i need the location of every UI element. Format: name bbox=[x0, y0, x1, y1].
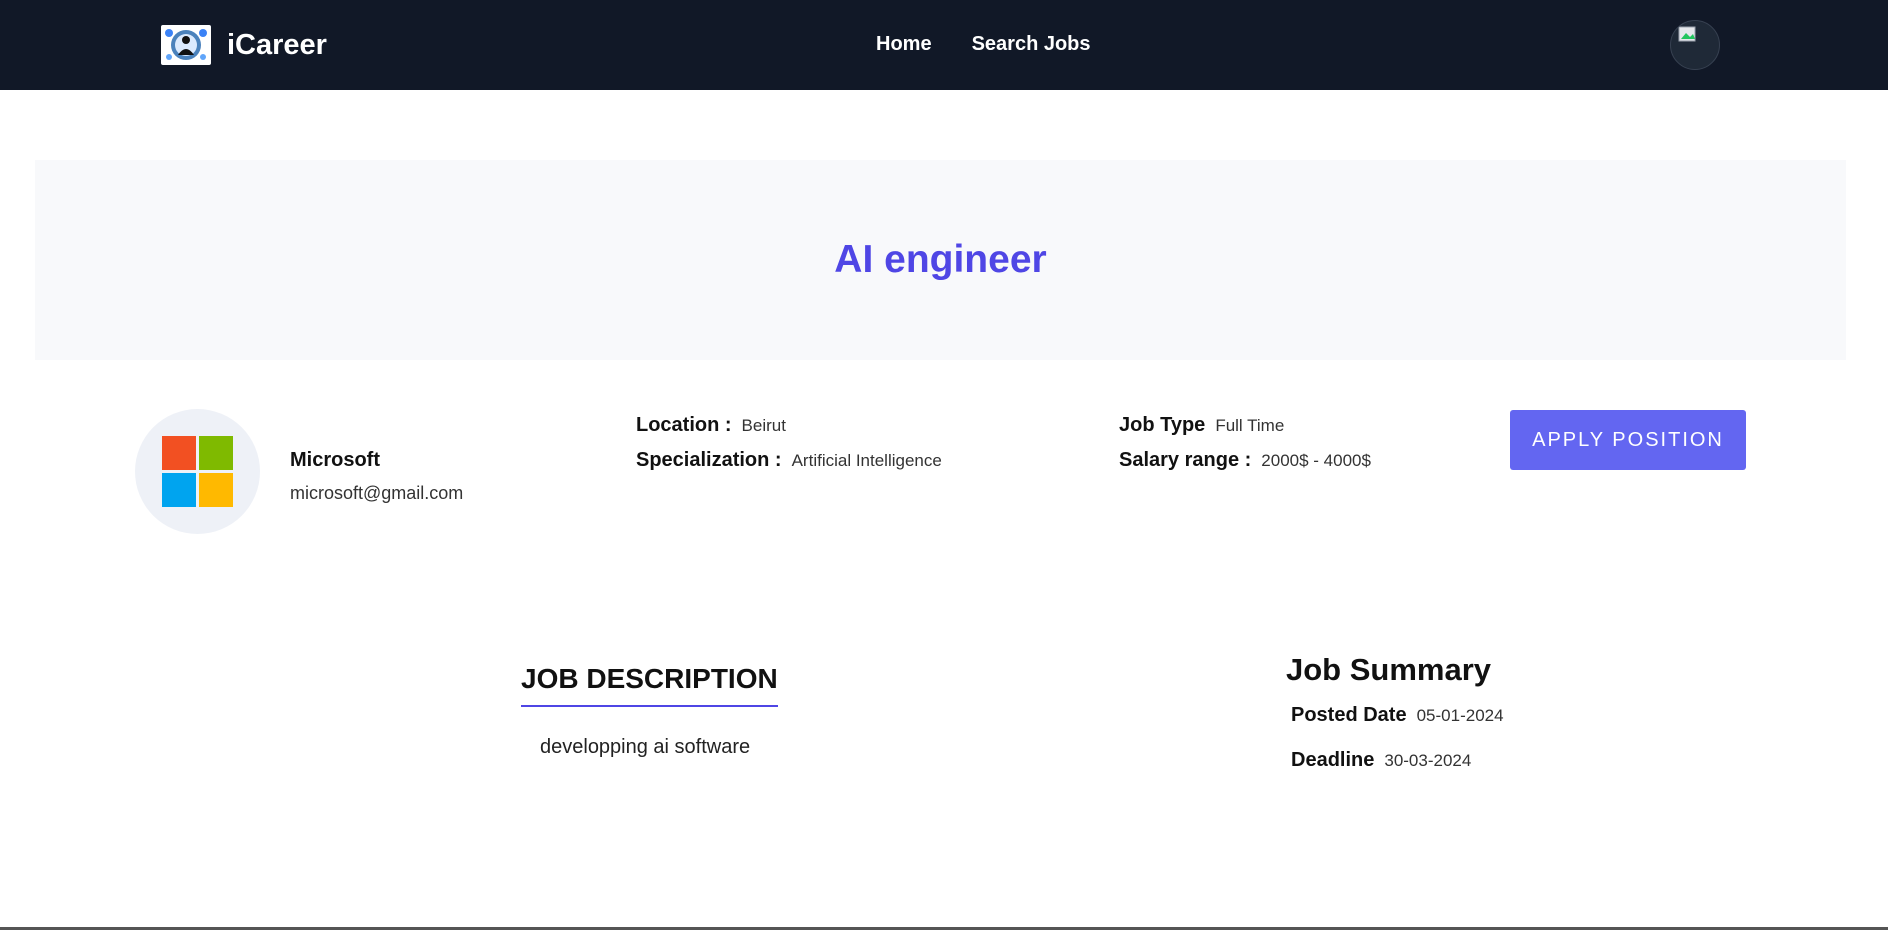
job-type-label: Job Type bbox=[1119, 414, 1206, 436]
deadline-row: Deadline 30-03-2024 bbox=[1291, 749, 1471, 772]
job-summary-heading: Job Summary bbox=[1286, 652, 1492, 687]
job-description-heading: JOB DESCRIPTION bbox=[521, 663, 778, 707]
user-avatar[interactable] bbox=[1670, 20, 1720, 70]
broken-image-icon bbox=[1678, 26, 1696, 42]
job-type-info: Job Type Full Time bbox=[1119, 414, 1284, 437]
nav-link-home[interactable]: Home bbox=[876, 33, 932, 56]
top-navbar: iCareer Home Search Jobs bbox=[0, 0, 1888, 90]
salary-info: Salary range : 2000$ - 4000$ bbox=[1119, 449, 1371, 472]
job-description-text: developping ai software bbox=[540, 736, 751, 758]
brand[interactable]: iCareer bbox=[161, 25, 327, 65]
apply-position-button[interactable]: APPLY POSITION bbox=[1510, 410, 1746, 470]
location-info: Location : Beirut bbox=[636, 414, 786, 437]
specialization-info: Specialization : Artificial Intelligence bbox=[636, 449, 942, 472]
deadline-label: Deadline bbox=[1291, 749, 1375, 771]
job-title: AI engineer bbox=[834, 238, 1047, 281]
posted-date-label: Posted Date bbox=[1291, 704, 1407, 726]
brand-logo-icon bbox=[161, 25, 211, 65]
posted-date-row: Posted Date 05-01-2024 bbox=[1291, 704, 1504, 727]
salary-label: Salary range : bbox=[1119, 449, 1252, 471]
deadline-value: 30-03-2024 bbox=[1384, 751, 1472, 770]
specialization-value: Artificial Intelligence bbox=[791, 451, 942, 470]
nav-link-search-jobs[interactable]: Search Jobs bbox=[972, 33, 1091, 56]
location-value: Beirut bbox=[741, 416, 786, 435]
company-email: microsoft@gmail.com bbox=[290, 483, 464, 503]
job-hero-banner: AI engineer bbox=[35, 160, 1846, 360]
specialization-label: Specialization : bbox=[636, 449, 782, 471]
job-type-value: Full Time bbox=[1215, 416, 1285, 435]
salary-value: 2000$ - 4000$ bbox=[1261, 451, 1371, 470]
company-logo bbox=[135, 409, 260, 534]
posted-date-value: 05-01-2024 bbox=[1416, 706, 1504, 725]
company-name: Microsoft bbox=[290, 449, 380, 471]
location-label: Location : bbox=[636, 414, 732, 436]
brand-name: iCareer bbox=[227, 28, 327, 61]
microsoft-logo-icon bbox=[162, 436, 233, 507]
nav-links: Home Search Jobs bbox=[876, 33, 1091, 56]
